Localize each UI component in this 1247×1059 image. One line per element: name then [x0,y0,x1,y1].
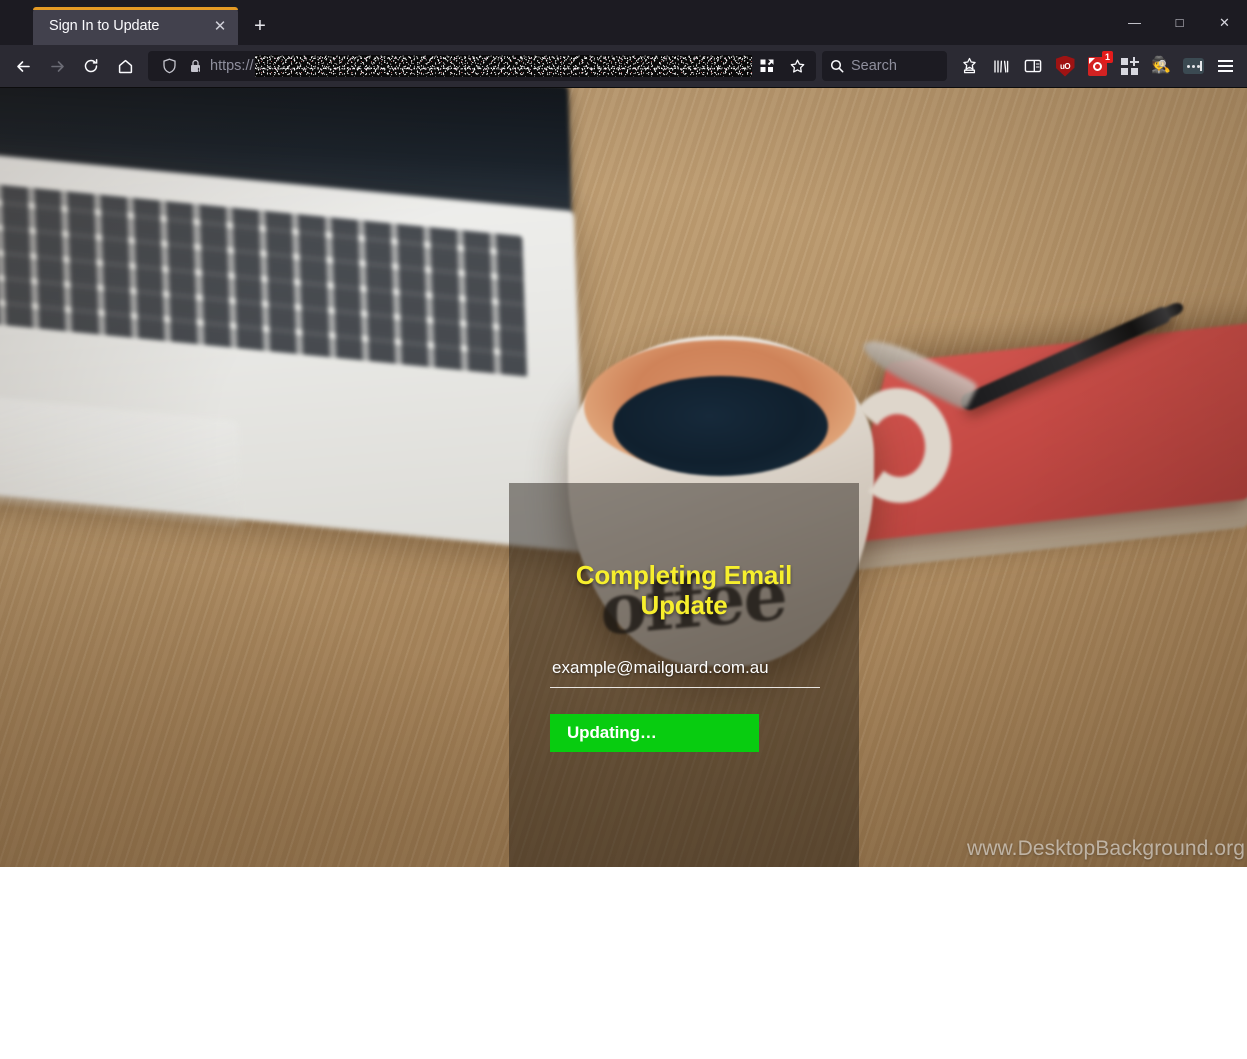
extension-alert-icon[interactable]: 1 [1082,51,1113,81]
browser-tab-active[interactable]: Sign In to Update ✕ [33,7,238,45]
open-in-app-grid-icon[interactable] [752,53,782,79]
extensions-grid-icon[interactable] [1114,51,1144,81]
hamburger-glyph [1217,60,1233,72]
email-update-card: Completing Email Update Updating… [509,483,859,867]
url-bar-actions [752,53,812,79]
extension-badge-count: 1 [1101,51,1113,63]
sidebar-icon[interactable] [1018,51,1048,81]
app-menu-icon[interactable] [1210,51,1240,81]
forward-icon[interactable] [40,50,74,82]
tracking-protection-shield-icon[interactable] [156,54,182,78]
ublock-shield-glyph: uO [1055,55,1075,77]
browser-window: Sign In to Update ✕ + — □ ✕ https:// Sea… [0,0,1247,1059]
email-input[interactable] [550,656,820,689]
maximize-window-icon[interactable]: □ [1157,4,1202,42]
url-scheme-text: https:// [210,58,254,74]
page-viewport: offee Completing Email Update Updating… … [0,88,1247,1059]
coffee-liquid [613,376,828,476]
close-window-icon[interactable]: ✕ [1202,4,1247,42]
hero-background-photo: offee Completing Email Update Updating… … [0,88,1247,867]
ublock-origin-icon[interactable]: uO [1050,51,1080,81]
page-title: Completing Email Update [575,560,793,620]
password-dots-glyph [1182,58,1204,74]
tab-strip: Sign In to Update ✕ + — □ ✕ [0,0,1247,45]
search-bar[interactable] [822,51,947,81]
back-icon[interactable] [6,50,40,82]
search-icon [830,59,844,73]
search-input[interactable] [851,58,939,74]
tab-title: Sign In to Update [49,18,160,34]
password-manager-icon[interactable] [1178,51,1208,81]
window-controls: — □ ✕ [1112,0,1247,45]
insecure-connection-lock-icon[interactable] [182,54,208,78]
update-submit-button[interactable]: Updating… [550,714,759,753]
url-text-redacted[interactable] [254,55,752,77]
background-watermark: www.DesktopBackground.org [967,837,1245,860]
navigation-toolbar: https:// Search uO 1 🕵 [0,45,1247,88]
bookmark-star-icon[interactable] [782,53,812,79]
extensions-grid-glyph [1120,56,1139,75]
url-bar[interactable]: https:// [148,51,816,81]
minimize-window-icon[interactable]: — [1112,4,1157,42]
close-tab-icon[interactable]: ✕ [210,16,230,36]
pocket-save-icon[interactable] [954,51,984,81]
reload-icon[interactable] [74,50,108,82]
detective-glyph: 🕵 [1151,57,1171,74]
privacy-persona-icon[interactable]: 🕵 [1146,51,1176,81]
library-icon[interactable] [986,51,1016,81]
new-tab-button[interactable]: + [244,10,276,42]
home-icon[interactable] [108,50,142,82]
